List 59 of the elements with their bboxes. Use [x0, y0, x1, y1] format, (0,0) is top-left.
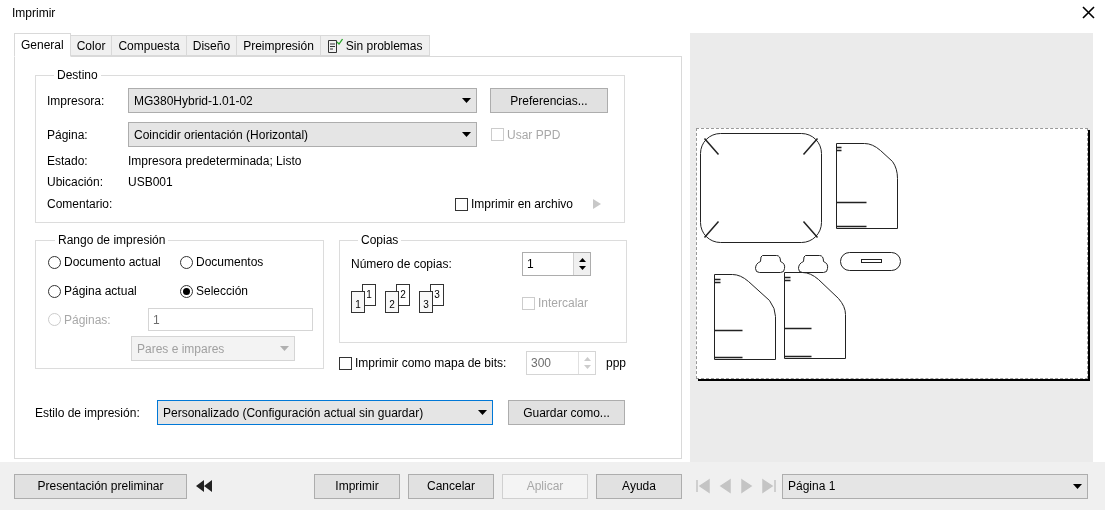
sheet-front: 1	[351, 291, 365, 313]
radio-button[interactable]	[180, 255, 193, 269]
field-label: Número de copias:	[351, 256, 452, 273]
sheet-front: 2	[385, 291, 399, 313]
dialog-button[interactable]: Cancelar	[408, 473, 494, 499]
sheet-front: 3	[419, 291, 433, 313]
status-value: Impresora predeterminada; Listo	[128, 153, 302, 170]
checklist-icon	[326, 37, 343, 54]
field-label: Comentario:	[47, 196, 114, 213]
close-icon[interactable]	[1082, 6, 1095, 19]
dialog-button[interactable]: Imprimir	[314, 473, 400, 499]
checkbox-label: Intercalar	[538, 295, 589, 312]
dialog-button[interactable]: Preferencias...	[490, 88, 608, 113]
radio-label: Selección	[196, 283, 249, 300]
dialog-button[interactable]: Ayuda	[596, 473, 682, 499]
checkbox-label: Imprimir en archivo	[471, 196, 574, 213]
tab[interactable]: Color	[69, 35, 113, 56]
radio-label: Documento actual	[64, 254, 161, 271]
caret-icon	[462, 98, 471, 103]
checkbox[interactable]	[339, 356, 352, 370]
window-title: Imprimir	[12, 4, 56, 22]
checkbox-label: Imprimir como mapa de bits:	[355, 355, 507, 372]
group-title: Rango de impresión	[57, 232, 167, 249]
print-style-dropdown[interactable]: Personalizado (Configuración actual sin guardar)	[157, 400, 493, 425]
caret-icon	[280, 346, 289, 351]
checkbox[interactable]	[455, 197, 468, 211]
field-label: Ubicación:	[47, 174, 105, 191]
resolution-spinner[interactable]: 300	[526, 351, 596, 375]
tab[interactable]: Diseño	[185, 35, 238, 56]
caret-icon	[1073, 483, 1082, 489]
radio-label: Páginas:	[64, 311, 111, 329]
page-dropdown[interactable]: Coincidir orientación (Horizontal)	[128, 122, 477, 147]
pages-field[interactable]: 1	[148, 308, 313, 331]
location-value: USB001	[128, 174, 173, 191]
radio-button[interactable]	[180, 284, 193, 298]
copies-spinner[interactable]: 1	[522, 252, 591, 276]
radio-label: Documentos	[196, 254, 264, 271]
group-title: Copias	[360, 232, 400, 249]
tab[interactable]: Preimpresión	[236, 35, 321, 56]
caret-icon	[462, 132, 471, 137]
field-label: Página:	[47, 126, 89, 144]
radio-button[interactable]	[48, 255, 61, 269]
dialog-button[interactable]: Presentación preliminar	[14, 473, 187, 499]
field-label: Estado:	[47, 153, 89, 170]
field-label: Estilo de impresión:	[35, 404, 141, 422]
radio-button[interactable]	[48, 284, 61, 298]
field-label: Impresora:	[47, 92, 106, 110]
tab[interactable]: General	[14, 33, 71, 57]
unit-label: ppp	[606, 355, 627, 372]
tab[interactable]: Sin problemas	[319, 35, 430, 56]
page-select[interactable]: Página 1	[782, 473, 1088, 499]
radio-label: Página actual	[64, 283, 137, 300]
printer-dropdown[interactable]: MG380Hybrid-1.01-02	[128, 88, 477, 113]
dialog-button[interactable]: Guardar como...	[508, 400, 625, 425]
collapse-arrow-icon[interactable]	[195, 479, 213, 493]
tab[interactable]: Compuesta	[111, 35, 187, 56]
caret-icon	[478, 410, 487, 415]
checkbox-label: Usar PPD	[507, 126, 561, 144]
group-title: Destino	[56, 67, 99, 84]
